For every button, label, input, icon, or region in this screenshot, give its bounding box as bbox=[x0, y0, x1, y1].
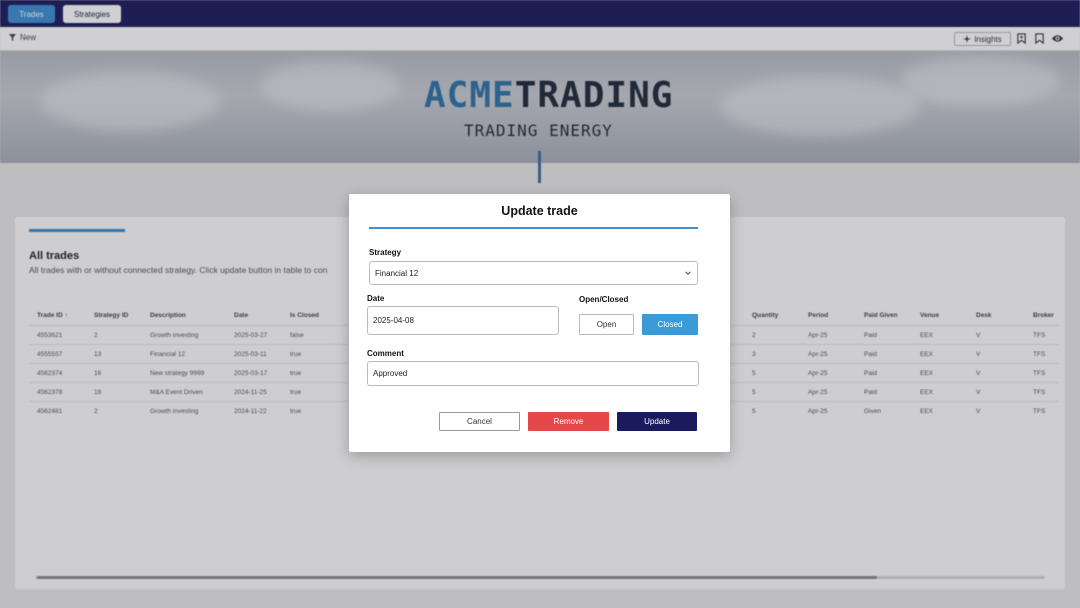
date-input[interactable]: 2025-04-08 bbox=[367, 306, 559, 335]
comment-value: Approved bbox=[373, 369, 408, 378]
strategy-label: Strategy bbox=[369, 248, 402, 257]
date-label: Date bbox=[367, 294, 385, 303]
open-closed-label: Open/Closed bbox=[579, 295, 629, 304]
date-value: 2025-04-08 bbox=[373, 316, 414, 325]
strategy-select[interactable]: Financial 12 bbox=[369, 261, 698, 285]
update-button[interactable]: Update bbox=[617, 412, 697, 431]
comment-input[interactable]: Approved bbox=[367, 361, 699, 386]
open-toggle-button[interactable]: Open bbox=[579, 314, 634, 335]
strategy-value: Financial 12 bbox=[375, 268, 419, 278]
dialog-accent-bar bbox=[369, 227, 698, 229]
update-trade-dialog: Update trade Strategy Financial 12 Date … bbox=[349, 194, 730, 452]
chevron-down-icon bbox=[685, 271, 691, 275]
closed-toggle-button[interactable]: Closed bbox=[642, 314, 698, 335]
comment-label: Comment bbox=[367, 349, 404, 358]
dialog-title: Update trade bbox=[501, 204, 578, 218]
remove-button[interactable]: Remove bbox=[528, 412, 609, 431]
cancel-button[interactable]: Cancel bbox=[439, 412, 520, 431]
